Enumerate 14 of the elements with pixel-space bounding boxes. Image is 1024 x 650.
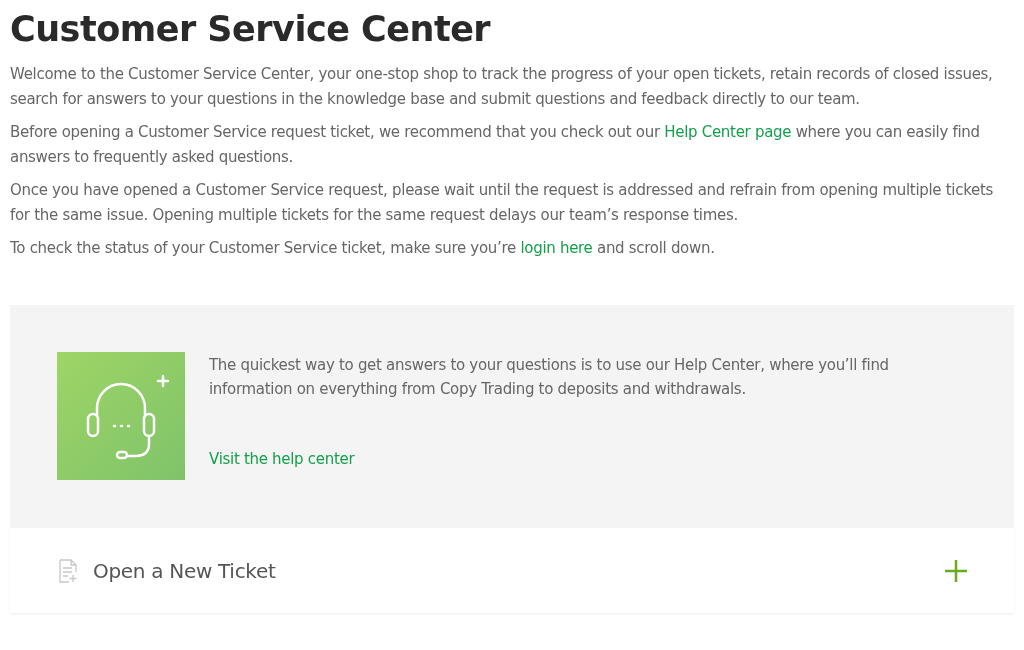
text-link[interactable]: Help Center page [664,123,792,141]
help-text: The quickest way to get answers to your questions is to use our Help Center, where you’ll find information on everything from Copy Trading to deposits and withdrawals. [209,355,890,400]
text-link[interactable]: login here [520,239,593,257]
paragraph: Welcome to the Customer Service Center, your one-stop shop to track the progress of your open tickets, retain records of closed issues, search for answers to your questions in the knowledge base and submit questions and feedback directly to our team. [10,64,994,110]
accordion-header[interactable]: Open a New Ticket [10,528,1014,613]
help-center-link[interactable]: Visit the help center [209,447,355,471]
plus-icon [944,558,968,583]
document-icon [58,558,78,583]
accordion-label: Open a New Ticket [93,557,276,585]
paragraph: Once you have opened a Customer Service request, please wait until the request is addressed and refrain from opening multiple tickets for the same issue. Opening multiple tickets for the same request delays our team’s response times. [10,180,995,226]
paragraph: Before opening a Customer Service request ticket, we recommend that you check out our Help Center page where you can easily find answers to frequently asked questions. [10,122,981,168]
headset-icon [57,352,185,480]
page-title: Customer Service Center [10,8,492,51]
paragraph: To check the status of your Customer Service ticket, make sure you’re login here and scroll down. [10,238,716,259]
